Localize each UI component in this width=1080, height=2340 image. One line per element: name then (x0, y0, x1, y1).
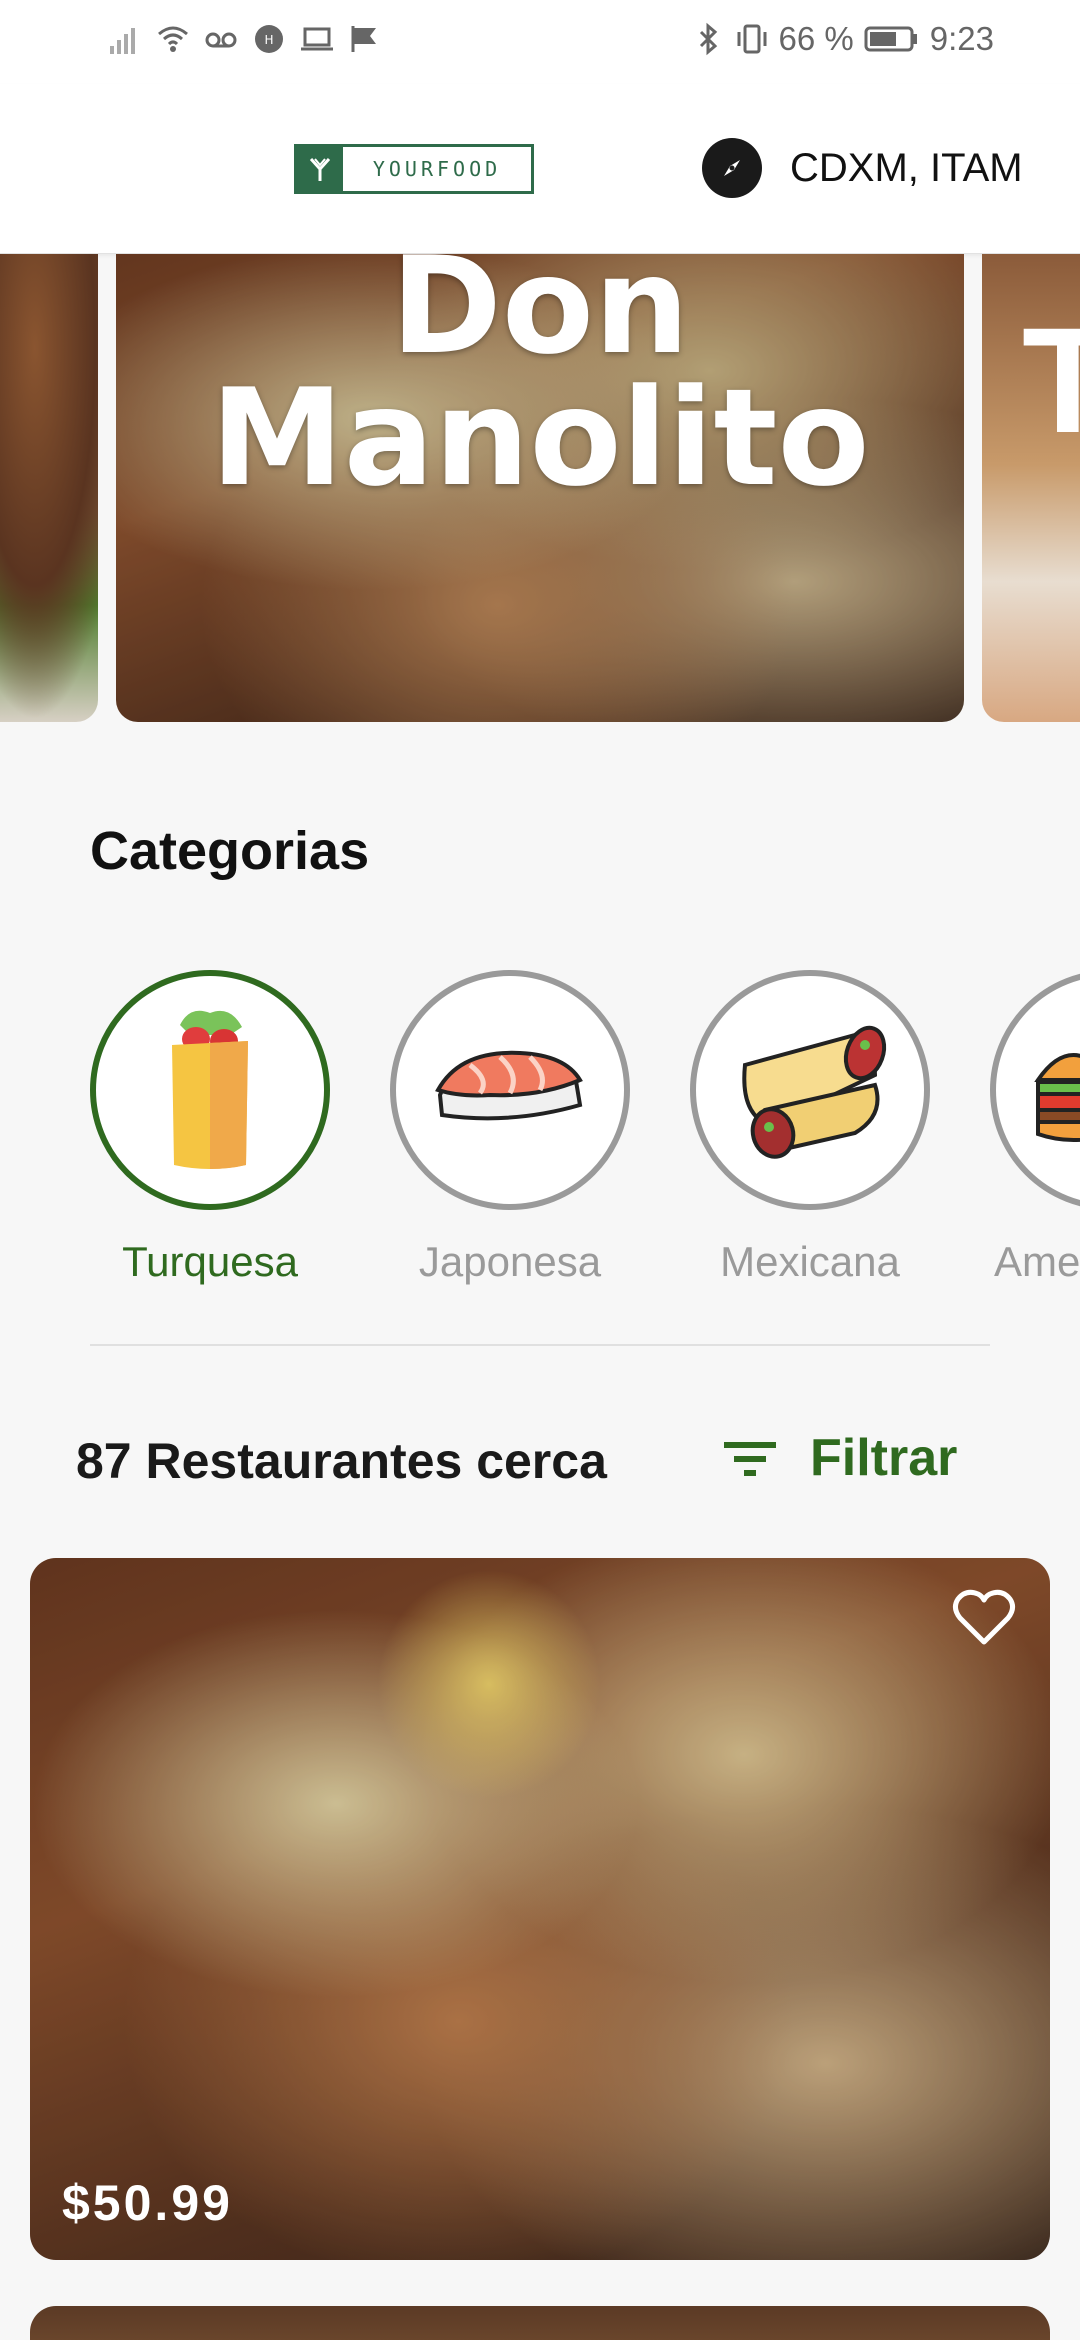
status-left-icons: H (108, 22, 382, 56)
clock: 9:23 (929, 20, 994, 57)
voicemail-icon (205, 32, 237, 48)
category-label: Japonesa (418, 1238, 602, 1285)
carousel-slide-previous[interactable] (0, 254, 98, 722)
signal-icon (110, 28, 135, 54)
section-divider (90, 1344, 990, 1346)
restaurant-count: 87 Restaurantes cerca (76, 1433, 607, 1489)
category-japonesa[interactable]: Japonesa (390, 970, 630, 1286)
vibrate-icon (737, 24, 767, 54)
category-americana[interactable]: Ame (990, 970, 1080, 1286)
location-label: CDXM, ITAM (790, 145, 1023, 190)
logo-mark-icon (297, 147, 343, 191)
brand-logo[interactable]: YOURFOOD (294, 144, 534, 194)
status-right: 66 % 9:23 (691, 20, 994, 58)
featured-restaurant-title: Don Manolito (210, 254, 870, 516)
battery-percent: 66 % (778, 20, 854, 57)
next-slide-title-fragment: T (1022, 296, 1080, 464)
restaurant-card-next[interactable] (30, 2306, 1050, 2340)
burrito-wrap-icon (172, 1010, 248, 1169)
category-icon-circle (990, 970, 1080, 1210)
app-screen: H 66 % 9:23 YOURFOOD CDXM, ITAM Don Mano… (0, 0, 1080, 2340)
category-label: Ame (994, 1238, 1080, 1285)
category-list[interactable]: Turquesa Japonesa Mexicana Ame (0, 970, 1080, 1300)
compass-icon (702, 138, 762, 198)
bluetooth-icon (699, 22, 717, 56)
category-turquesa[interactable]: Turquesa (90, 970, 330, 1286)
laptop-icon (301, 27, 333, 51)
category-label: Mexicana (720, 1238, 900, 1285)
category-mexicana[interactable]: Mexicana (690, 970, 930, 1286)
category-icon-circle (90, 970, 330, 1210)
category-icon-circle (390, 970, 630, 1210)
restaurant-card[interactable]: $50.99 (30, 1558, 1050, 2260)
category-label: Turquesa (122, 1238, 298, 1285)
sushi-icon (435, 1050, 583, 1121)
logo-text: YOURFOOD (372, 157, 502, 181)
hd-icon: H (255, 25, 283, 53)
battery-icon (864, 26, 917, 52)
restaurant-price: $50.99 (62, 2175, 233, 2231)
category-icon-circle (690, 970, 930, 1210)
heart-outline-icon[interactable] (952, 1588, 1016, 1646)
wifi-icon (158, 26, 188, 52)
location-selector[interactable]: CDXM, ITAM (702, 138, 1023, 198)
enchilada-icon (742, 1025, 887, 1159)
filter-button[interactable]: Filtrar (720, 1428, 957, 1488)
burger-icon (1034, 1053, 1080, 1142)
categories-heading: Categorias (90, 821, 370, 881)
app-header: YOURFOOD CDXM, ITAM (0, 84, 1080, 254)
status-bar: H 66 % 9:23 (0, 0, 1080, 84)
filter-label: Filtrar (810, 1429, 958, 1487)
check-flag-icon (351, 26, 376, 52)
filter-lines-icon (724, 1442, 776, 1476)
featured-carousel[interactable]: Don Manolito T (0, 254, 1080, 722)
svg-text:H: H (264, 33, 273, 47)
carousel-slide-current[interactable]: Don Manolito (116, 254, 964, 722)
carousel-slide-next[interactable]: T (982, 254, 1080, 722)
